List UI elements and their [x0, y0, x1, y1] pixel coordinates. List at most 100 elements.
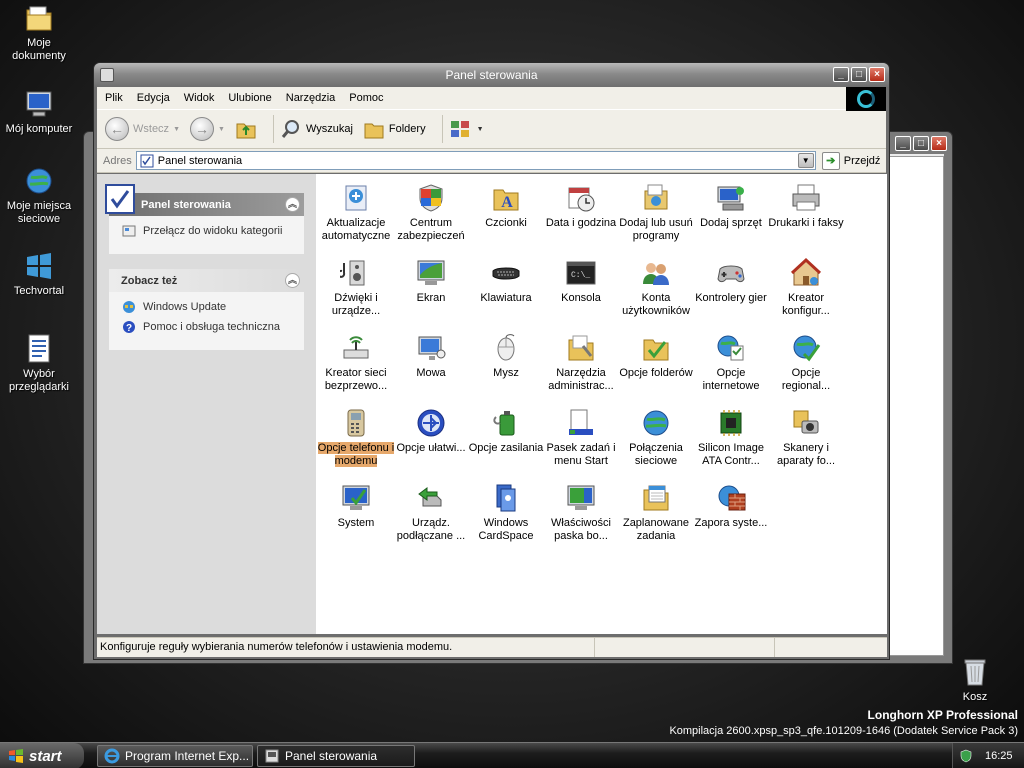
control-panel-item[interactable]: Silicon Image ATA Contr...: [692, 407, 770, 468]
control-panel-item[interactable]: Dodaj lub usuń programy: [617, 182, 695, 243]
item-label: Zaplanowane zadania: [622, 517, 690, 542]
control-panel-item[interactable]: Skanery i aparaty fo...: [767, 407, 845, 468]
control-panel-item[interactable]: Zapora syste...: [692, 482, 770, 530]
address-field[interactable]: Panel sterowania ▼: [135, 151, 816, 170]
start-button[interactable]: start: [0, 743, 84, 768]
desktop-icon-my-documents[interactable]: Moje dokumenty: [0, 2, 78, 63]
control-panel-item[interactable]: Opcje telefonu i modemu: [317, 407, 395, 468]
address-dropdown-icon[interactable]: ▼: [797, 153, 814, 168]
control-panel-item[interactable]: Centrum zabezpieczeń: [392, 182, 470, 243]
control-panel-item[interactable]: Połączenia sieciowe: [617, 407, 695, 468]
folders-icon: [364, 123, 384, 139]
taskbar-item-control-panel[interactable]: Panel sterowania: [257, 745, 415, 767]
folders-button[interactable]: Foldery: [363, 118, 426, 140]
control-panel-window[interactable]: Panel sterowania _ □ × Plik Edycja Widok…: [93, 62, 890, 660]
link-label: Przełącz do widoku kategorii: [143, 225, 283, 237]
control-panel-item[interactable]: Drukarki i faksy: [767, 182, 845, 230]
switch-category-view-link[interactable]: Przełącz do widoku kategorii: [122, 224, 292, 238]
control-panel-item[interactable]: Kreator sieci bezprzewo...: [317, 332, 395, 393]
control-panel-item[interactable]: Urządz. podłączane ...: [392, 482, 470, 543]
menu-help[interactable]: Pomoc: [349, 92, 383, 104]
task-label: Panel sterowania: [285, 749, 378, 763]
dropdown-arrow-icon[interactable]: ▼: [477, 126, 484, 133]
up-folder-button[interactable]: [235, 118, 257, 140]
item-label: Ekran: [416, 292, 446, 304]
maximize-icon[interactable]: □: [913, 136, 929, 151]
clock[interactable]: 16:25: [985, 750, 1013, 762]
item-label: Połączenia sieciowe: [629, 442, 683, 467]
control-panel-item[interactable]: Opcje ułatwi...: [392, 407, 470, 455]
close-icon[interactable]: ×: [931, 136, 947, 151]
menu-favorites[interactable]: Ulubione: [228, 92, 271, 104]
desktop-icon-techvortal[interactable]: Techvortal: [0, 250, 78, 298]
control-panel-item[interactable]: Opcje zasilania: [467, 407, 545, 455]
taskbar: start Program Internet Exp... Panel ster…: [0, 742, 1024, 768]
menu-edit[interactable]: Edycja: [137, 92, 170, 104]
control-panel-item[interactable]: Mowa: [392, 332, 470, 380]
control-panel-item[interactable]: Kontrolery gier: [692, 257, 770, 305]
status-text: Konfiguruje reguły wybierania numerów te…: [100, 638, 595, 657]
item-label: Skanery i aparaty fo...: [776, 442, 836, 467]
window-controls: _ □ ×: [833, 67, 885, 82]
minimize-icon[interactable]: _: [895, 136, 911, 151]
back-button[interactable]: ← Wstecz ▼: [105, 117, 180, 141]
control-panel-item[interactable]: Opcje folderów: [617, 332, 695, 380]
menu-file[interactable]: Plik: [105, 92, 123, 104]
control-panel-item[interactable]: Mysz: [467, 332, 545, 380]
control-panel-item[interactable]: Data i godzina: [542, 182, 620, 230]
search-button[interactable]: Wyszukaj: [280, 118, 353, 140]
fonts-folder-icon: A: [493, 189, 519, 211]
item-label: Opcje internetowe: [702, 367, 760, 392]
control-panel-item[interactable]: Konta użytkowników: [617, 257, 695, 318]
control-panel-item[interactable]: A Czcionki: [467, 182, 545, 230]
control-panel-item[interactable]: Aktualizacje automatyczne: [317, 182, 395, 243]
minimize-button[interactable]: _: [833, 67, 849, 82]
desktop-icon-network-places[interactable]: Moje miejsca sieciowe: [0, 165, 78, 226]
control-panel-item[interactable]: Windows CardSpace: [467, 482, 545, 543]
title-bar[interactable]: Panel sterowania _ □ ×: [94, 63, 889, 87]
control-panel-item[interactable]: Opcje regional...: [767, 332, 845, 393]
control-panel-item[interactable]: Klawiatura: [467, 257, 545, 305]
printer-icon: [792, 184, 820, 211]
network-icon: [26, 168, 52, 194]
control-panel-item[interactable]: System: [317, 482, 395, 530]
item-label: Narzędzia administrac...: [548, 367, 614, 392]
security-shield-icon[interactable]: [959, 749, 973, 763]
control-panel-item[interactable]: Pasek zadań i menu Start: [542, 407, 620, 468]
window-icon[interactable]: [100, 68, 114, 82]
collapse-chevron-icon[interactable]: ︽: [285, 197, 300, 212]
search-label: Wyszukaj: [305, 123, 353, 135]
document-icon: [28, 334, 50, 363]
firewall-icon: [718, 485, 746, 511]
dropdown-arrow-icon[interactable]: ▼: [173, 126, 180, 133]
control-panel-item[interactable]: Zaplanowane zadania: [617, 482, 695, 543]
control-panel-item[interactable]: Kreator konfigur...: [767, 257, 845, 318]
section-header[interactable]: Zobacz też ︽: [109, 269, 304, 292]
desktop-icon-browser-choice[interactable]: Wybór przeglądarki: [0, 333, 78, 394]
link-label: Pomoc i obsługa techniczna: [143, 321, 280, 333]
help-support-link[interactable]: ? Pomoc i obsługa techniczna: [122, 320, 292, 334]
control-panel-item[interactable]: C:\_ Konsola: [542, 257, 620, 305]
dropdown-arrow-icon[interactable]: ▼: [218, 126, 225, 133]
menu-view[interactable]: Widok: [184, 92, 215, 104]
maximize-button[interactable]: □: [851, 67, 867, 82]
control-panel-item[interactable]: Dźwięki i urządze...: [317, 257, 395, 318]
control-panel-item[interactable]: Ekran: [392, 257, 470, 305]
windows-update-link[interactable]: Windows Update: [122, 300, 292, 314]
views-button[interactable]: ▼: [449, 118, 484, 140]
collapse-chevron-icon[interactable]: ︽: [285, 273, 300, 288]
item-label: Centrum zabezpieczeń: [397, 217, 465, 242]
desktop-icon-my-computer[interactable]: Mój komputer: [0, 88, 78, 136]
control-panel-item[interactable]: Opcje internetowe: [692, 332, 770, 393]
control-panel-item[interactable]: Właściwości paska bo...: [542, 482, 620, 543]
control-panel-item[interactable]: Narzędzia administrac...: [542, 332, 620, 393]
taskbar-item-internet-explorer[interactable]: Program Internet Exp...: [97, 745, 253, 767]
section-header[interactable]: Panel sterowania ︽: [105, 184, 304, 216]
close-button[interactable]: ×: [869, 67, 885, 82]
forward-arrow-icon: →: [190, 117, 214, 141]
control-panel-item[interactable]: Dodaj sprzęt: [692, 182, 770, 230]
forward-button[interactable]: → ▼: [190, 117, 225, 141]
menu-tools[interactable]: Narzędzia: [286, 92, 336, 104]
go-button[interactable]: ➔ Przejdź: [821, 151, 880, 170]
accessibility-icon: [417, 409, 445, 437]
